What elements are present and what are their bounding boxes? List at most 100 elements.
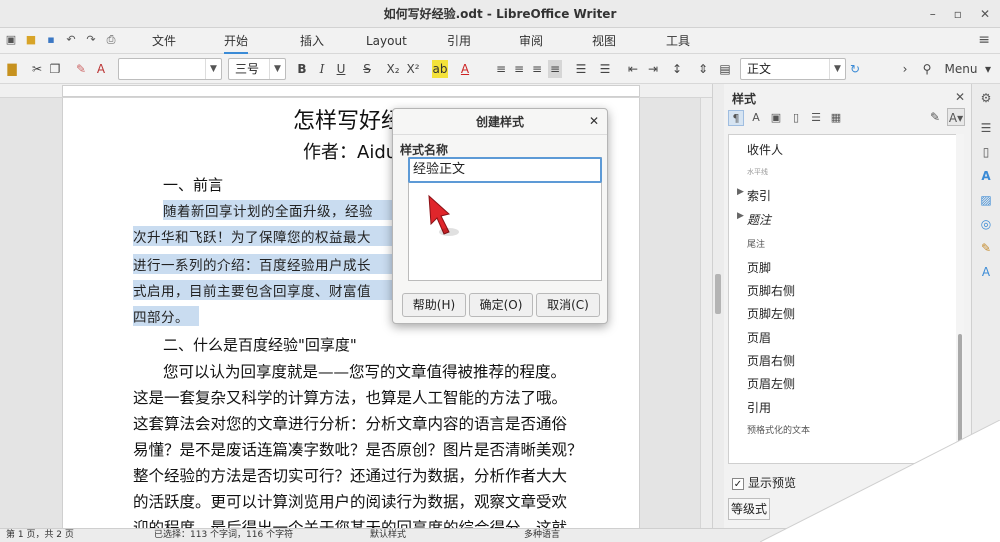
gallery-icon[interactable]: ▨ <box>978 192 994 208</box>
align-center-icon[interactable]: ≡ <box>512 60 526 78</box>
style-name-input[interactable]: 经验正文 <box>408 157 602 183</box>
expand-arrow-icon[interactable]: ▶ <box>737 187 744 197</box>
selected-line[interactable]: 式启用，目前主要包含回享度、财富值 <box>133 280 395 300</box>
character-styles-icon[interactable]: A <box>748 110 764 126</box>
dialog-close-icon[interactable]: ✕ <box>589 114 599 128</box>
ordered-list-icon[interactable]: ☰ <box>598 60 612 78</box>
page-count[interactable]: 第 1 页，共 2 页 <box>6 529 74 542</box>
justify-icon[interactable]: ≡ <box>548 60 562 78</box>
body-line[interactable]: 这套算法会对您的文章进行分析：分析文章内容的语言是否通俗 <box>133 412 567 434</box>
navigator-icon[interactable]: ◎ <box>978 216 994 232</box>
ok-button[interactable]: 确定(O) <box>469 293 533 317</box>
paragraph-spacing-icon[interactable]: ⇕ <box>696 60 710 78</box>
minimize-button[interactable]: – <box>930 0 936 28</box>
style-item[interactable]: 收件人 <box>747 141 783 158</box>
chevron-down-icon[interactable]: ▼ <box>829 59 845 79</box>
style-item-group[interactable]: ▶ 索引 <box>737 187 771 204</box>
word-count[interactable]: 已选择：113 个字词，116 个字符 <box>154 529 293 542</box>
list-styles-icon[interactable]: ☰ <box>808 110 824 126</box>
clone-formatting-icon[interactable]: ✎ <box>74 60 88 78</box>
maximize-button[interactable]: ▫ <box>954 0 962 28</box>
settings-icon[interactable]: ⚙ <box>978 90 994 106</box>
style-list[interactable]: 收件人 水平线 ▶ 索引 ▶ 题注 尾注 页脚 页脚右侧 页脚左侧 页眉 页眉右侧 … <box>728 134 964 464</box>
close-icon[interactable]: ✕ <box>955 90 965 104</box>
tab-file[interactable]: 文件 <box>152 28 176 54</box>
tab-tools[interactable]: 工具 <box>666 28 690 54</box>
cancel-button[interactable]: 取消(C) <box>536 293 600 317</box>
style-item[interactable]: 页眉右侧 <box>747 352 795 369</box>
style-item[interactable]: 页眉 <box>747 329 771 346</box>
style-item[interactable]: 水平线 <box>747 167 768 177</box>
update-style-icon[interactable]: ↻ <box>848 60 862 78</box>
selected-line[interactable]: 次升华和飞跃！为了保障您的权益最大 <box>133 226 395 246</box>
style-item[interactable]: 引用 <box>747 399 771 416</box>
paste-icon[interactable]: ▇ <box>4 60 20 78</box>
tab-view[interactable]: 视图 <box>592 28 616 54</box>
tab-review[interactable]: 审阅 <box>519 28 543 54</box>
style-item[interactable]: 尾注 <box>747 237 765 250</box>
highlight-icon[interactable]: ab <box>432 60 448 78</box>
style-item-group[interactable]: ▶ 题注 <box>737 211 771 228</box>
style-item[interactable]: 页脚 <box>747 259 771 276</box>
body-line[interactable]: 迎的程度。最后得出一个关于您某天的回享度的综合得分。这就 <box>133 516 567 528</box>
close-window-button[interactable]: ✕ <box>980 0 990 28</box>
style-list-scrollbar[interactable] <box>956 134 964 474</box>
subscript-button[interactable]: X₂ <box>384 60 402 78</box>
align-right-icon[interactable]: ≡ <box>530 60 544 78</box>
style-item[interactable]: 页眉左侧 <box>747 375 795 392</box>
para-settings-icon[interactable]: ▤ <box>718 60 732 78</box>
cut-icon[interactable]: ✂ <box>30 60 44 78</box>
align-left-icon[interactable]: ≡ <box>494 60 508 78</box>
manage-changes-icon[interactable]: ✎ <box>978 240 994 256</box>
font-color-icon[interactable]: A <box>458 60 472 78</box>
clear-formatting-icon[interactable]: A <box>94 60 108 78</box>
redo-icon[interactable]: ↷ <box>84 33 98 47</box>
properties-icon[interactable]: ☰ <box>978 120 994 136</box>
increase-indent-icon[interactable]: ⇥ <box>646 60 660 78</box>
document-scrollbar[interactable] <box>700 98 712 528</box>
copy-icon[interactable]: ❐ <box>48 60 62 78</box>
selected-line[interactable]: 随着新回享计划的全面升级，经验 <box>163 200 395 220</box>
fill-format-icon[interactable]: ✎ <box>926 108 944 126</box>
tab-home[interactable]: 开始 <box>224 28 249 54</box>
table-styles-icon[interactable]: ▦ <box>828 110 844 126</box>
style-item[interactable]: 页脚左侧 <box>747 305 795 322</box>
page-styles-icon[interactable]: ▯ <box>788 110 804 126</box>
open-folder-icon[interactable]: ■ <box>24 33 38 47</box>
checkbox-checked-icon[interactable]: ✓ <box>732 477 744 490</box>
menu-button[interactable]: Menu <box>944 60 978 78</box>
selected-line[interactable]: 进行一系列的介绍：百度经验用户成长 <box>133 254 395 274</box>
help-button[interactable]: 帮助(H) <box>402 293 466 317</box>
tab-insert[interactable]: 插入 <box>300 28 324 54</box>
italic-button[interactable]: I <box>316 60 328 78</box>
chevron-down-icon[interactable]: ▼ <box>269 59 285 79</box>
chevron-right-icon[interactable]: › <box>900 60 910 78</box>
save-icon[interactable]: ▪ <box>44 33 58 47</box>
selected-line[interactable]: 四部分。 <box>133 306 199 326</box>
tab-layout[interactable]: Layout <box>366 28 407 54</box>
body-line[interactable]: 整个经验的方法是否切实可行？还通过行为数据，分析作者大大 <box>133 464 567 486</box>
line-spacing-icon[interactable]: ↕ <box>670 60 684 78</box>
language[interactable]: 多种语言 <box>524 529 560 542</box>
tab-references[interactable]: 引用 <box>447 28 471 54</box>
sidebar-splitter[interactable] <box>712 84 724 528</box>
page-icon[interactable]: ▯ <box>978 144 994 160</box>
decrease-indent-icon[interactable]: ⇤ <box>626 60 640 78</box>
font-name-combo[interactable]: ▼ <box>118 58 222 80</box>
bold-button[interactable]: B <box>296 60 308 78</box>
unordered-list-icon[interactable]: ☰ <box>574 60 588 78</box>
style-actions-icon[interactable]: A▾ <box>947 108 965 126</box>
print-icon[interactable]: ⎙ <box>104 33 118 47</box>
paragraph-style-combo[interactable]: 正文 ▼ <box>740 58 846 80</box>
paragraph-styles-icon[interactable]: ¶ <box>728 110 744 126</box>
horizontal-ruler[interactable] <box>0 84 712 98</box>
font-size-combo[interactable]: 三号 ▼ <box>228 58 286 80</box>
style-item[interactable]: 页脚右侧 <box>747 282 795 299</box>
new-document-icon[interactable]: ▣ <box>4 33 18 47</box>
underline-button[interactable]: U <box>334 60 348 78</box>
body-line[interactable]: 您可以认为回享度就是——您写的文章值得被推荐的程度。 <box>163 360 566 382</box>
body-line[interactable]: 易懂？是不是废话连篇凑字数吡？是否原创？图片是否清晰美观？ <box>133 438 583 460</box>
body-line[interactable]: 的活跃度。更可以计算浏览用户的阅读行为数据，观察文章受欢 <box>133 490 567 512</box>
undo-icon[interactable]: ↶ <box>64 33 78 47</box>
page-style[interactable]: 默认样式 <box>370 529 406 542</box>
